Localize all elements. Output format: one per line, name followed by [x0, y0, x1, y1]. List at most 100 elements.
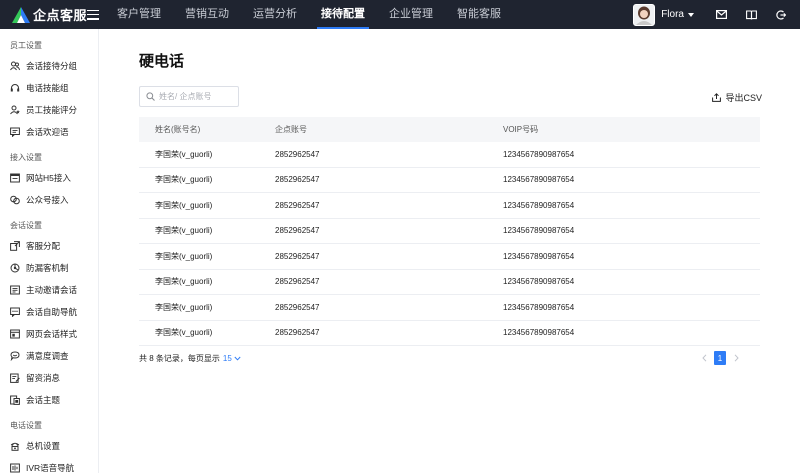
sidebar-group-access-settings: 接入设置 — [10, 153, 42, 162]
table-header: 姓名(账号名) 企点账号 VOIP号码 — [139, 117, 760, 142]
table-row: 李国荣(v_guorli) 2852962547 123456789098765… — [139, 193, 760, 219]
header-right: Flora — [633, 0, 800, 29]
cell-name: 李国荣(v_guorli) — [155, 149, 213, 159]
cell-name: 李国荣(v_guorli) — [155, 251, 213, 261]
nav-item-marketing[interactable]: 营销互动 — [173, 0, 241, 29]
sidebar-item-website-h5-access[interactable]: 网站H5接入 — [0, 167, 98, 189]
user-name[interactable]: Flora — [661, 9, 684, 20]
sidebar-item-label: IVR语音导航 — [26, 463, 75, 473]
cell-account: 2852962547 — [275, 328, 320, 338]
logout-icon[interactable] — [766, 0, 796, 29]
nav-item-reception-config[interactable]: 接待配置 — [309, 0, 377, 29]
sidebar-item-label: 会话自助导航 — [26, 307, 78, 317]
sidebar-item-label: 网站H5接入 — [26, 173, 71, 183]
logo-text: 企点客服 — [33, 8, 88, 23]
avatar[interactable] — [633, 3, 656, 26]
next-page-button[interactable] — [728, 350, 744, 366]
sidebar-item-welcome-message[interactable]: 会话欢迎语 — [0, 121, 98, 143]
cell-voip: 1234567890987654 — [503, 226, 575, 236]
table-row: 李国荣(v_guorli) 2852962547 123456789098765… — [139, 295, 760, 321]
webpage-icon — [10, 329, 20, 339]
cell-name: 李国荣(v_guorli) — [155, 175, 213, 185]
nav-item-smart-service[interactable]: 智能客服 — [445, 0, 513, 29]
main-content: 硬电话 导出CSV 姓名(账号名) 企点账号 VOIP号码 李国荣(v_guor… — [99, 29, 800, 473]
navigation-icon — [10, 307, 20, 317]
sidebar-item-label: 公众号接入 — [26, 195, 69, 205]
sidebar-item-label: 会话欢迎语 — [26, 127, 69, 137]
assign-icon — [10, 241, 20, 251]
sidebar-item-label: 网页会话样式 — [26, 329, 78, 339]
sidebar-group-staff-settings: 员工设置 — [10, 41, 42, 50]
sidebar-item-label: 员工技能评分 — [26, 105, 78, 115]
sidebar-item-label: 防漏客机制 — [26, 263, 69, 273]
total-records-text: 共 8 条记录，每页显示 — [139, 353, 220, 363]
sidebar-item-anti-loss[interactable]: 防漏客机制 — [0, 257, 98, 279]
export-csv-button[interactable]: 导出CSV — [712, 91, 762, 104]
sidebar-item-ivr-navigation[interactable]: IVR语音导航 — [0, 457, 98, 473]
chevron-down-icon[interactable] — [234, 356, 241, 361]
sidebar-item-staff-skill-rating[interactable]: 员工技能评分 — [0, 99, 98, 121]
user-menu-caret-icon[interactable] — [688, 12, 694, 17]
cell-name: 李国荣(v_guorli) — [155, 226, 213, 236]
people-icon — [10, 61, 20, 71]
cell-voip: 1234567890987654 — [503, 175, 575, 185]
cell-name: 李国荣(v_guorli) — [155, 200, 213, 210]
table-row: 李国荣(v_guorli) 2852962547 123456789098765… — [139, 270, 760, 295]
page-size-select[interactable]: 15 — [223, 354, 232, 363]
sidebar-item-label: 会话主题 — [26, 395, 61, 405]
sidebar-item-webpage-style[interactable]: 网页会话样式 — [0, 323, 98, 345]
sidebar-item-lead-message[interactable]: 留资消息 — [0, 367, 98, 389]
cell-voip: 1234567890987654 — [503, 328, 575, 338]
logo-icon — [12, 6, 30, 23]
cell-account: 2852962547 — [275, 277, 320, 287]
column-header-name: 姓名(账号名) — [155, 125, 201, 134]
pagination: 1 — [696, 350, 744, 366]
sidebar-group-phone-settings: 电话设置 — [10, 421, 42, 430]
search-box[interactable] — [139, 86, 239, 107]
hamburger-menu-icon[interactable] — [87, 9, 99, 20]
sidebar-item-label: 客服分配 — [26, 241, 61, 251]
table-row: 李国荣(v_guorli) 2852962547 123456789098765… — [139, 142, 760, 168]
sidebar-item-label: 留资消息 — [26, 373, 61, 383]
browser-icon — [10, 173, 20, 183]
cell-account: 2852962547 — [275, 200, 320, 210]
column-header-voip: VOIP号码 — [503, 125, 539, 134]
main-nav: 客户管理 营销互动 运营分析 接待配置 企业管理 智能客服 — [105, 0, 513, 29]
sidebar-item-phone-skill-group[interactable]: 电话技能组 — [0, 77, 98, 99]
sidebar-item-label: 总机设置 — [26, 441, 61, 451]
search-input[interactable] — [159, 92, 237, 101]
sidebar-item-service-assignment[interactable]: 客服分配 — [0, 235, 98, 257]
sidebar-item-label: 会话接待分组 — [26, 61, 78, 71]
chevron-left-icon — [701, 354, 706, 362]
cell-voip: 1234567890987654 — [503, 200, 575, 210]
sidebar-item-satisfaction-survey[interactable]: 满意度调查 — [0, 345, 98, 367]
sidebar-item-proactive-invite[interactable]: 主动邀请会话 — [0, 279, 98, 301]
headset-icon — [10, 83, 20, 93]
chat-icon — [10, 127, 20, 137]
nav-item-customer-management[interactable]: 客户管理 — [105, 0, 173, 29]
nav-item-enterprise-management[interactable]: 企业管理 — [377, 0, 445, 29]
sidebar-item-session-groups[interactable]: 会话接待分组 — [0, 55, 98, 77]
page-number-current[interactable]: 1 — [714, 351, 726, 365]
sidebar-item-label: 电话技能组 — [26, 83, 69, 93]
sidebar-item-session-topic[interactable]: 会话主题 — [0, 389, 98, 411]
cell-name: 李国荣(v_guorli) — [155, 302, 213, 312]
hardphone-table: 姓名(账号名) 企点账号 VOIP号码 李国荣(v_guorli) 285296… — [139, 117, 760, 346]
prev-page-button[interactable] — [696, 350, 712, 366]
cell-voip: 1234567890987654 — [503, 302, 575, 312]
export-icon — [712, 93, 722, 102]
page-title: 硬电话 — [139, 53, 185, 70]
phone-icon — [10, 441, 20, 451]
logo[interactable]: 企点客服 — [0, 0, 99, 29]
sidebar-item-label: 主动邀请会话 — [26, 285, 78, 295]
sidebar-item-self-service-nav[interactable]: 会话自助导航 — [0, 301, 98, 323]
table-row: 李国荣(v_guorli) 2852962547 123456789098765… — [139, 168, 760, 193]
sidebar-item-switchboard[interactable]: 总机设置 — [0, 435, 98, 457]
chevron-right-icon — [734, 354, 739, 362]
mail-icon[interactable] — [706, 0, 736, 29]
sidebar-item-official-account-access[interactable]: 公众号接入 — [0, 189, 98, 211]
shield-icon — [10, 263, 20, 273]
form-icon — [10, 373, 20, 383]
book-icon[interactable] — [736, 0, 766, 29]
nav-item-operations-analysis[interactable]: 运营分析 — [241, 0, 309, 29]
